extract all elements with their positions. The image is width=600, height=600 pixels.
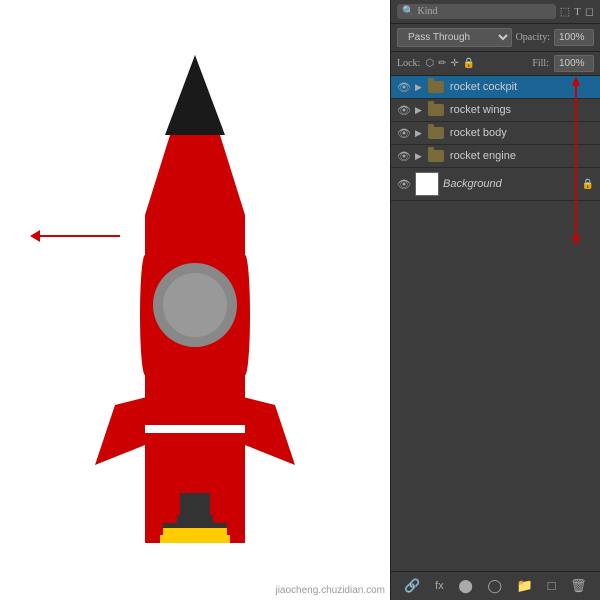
new-layer-icon[interactable]: □ bbox=[548, 578, 556, 594]
lock-pixels-icon[interactable]: ✏ bbox=[438, 58, 446, 69]
visibility-eye-icon[interactable]: 👁 bbox=[397, 126, 411, 140]
blend-opacity-row: Pass Through Opacity: bbox=[391, 24, 600, 52]
fx-icon[interactable]: fx bbox=[435, 580, 444, 592]
lock-fill-row: Lock: ⬡ ✏ ✛ 🔒 Fill: bbox=[391, 52, 600, 76]
layer-name-wings: rocket wings bbox=[450, 104, 594, 116]
arrow-head bbox=[30, 230, 40, 242]
search-icon: 🔍 bbox=[402, 6, 414, 17]
folder-icon bbox=[428, 104, 444, 116]
lock-label: Lock: bbox=[397, 58, 420, 69]
layer-rocket-wings[interactable]: 👁 ▶ rocket wings bbox=[391, 99, 600, 122]
layer-name-cockpit: rocket cockpit bbox=[450, 81, 594, 93]
layer-name-body: rocket body bbox=[450, 127, 594, 139]
lock-position-icon[interactable]: ✛ bbox=[450, 58, 458, 69]
lock-icons: ⬡ ✏ ✛ 🔒 bbox=[425, 58, 475, 69]
blend-mode-select[interactable]: Pass Through bbox=[397, 28, 512, 47]
layer-rocket-engine[interactable]: 👁 ▶ rocket engine bbox=[391, 145, 600, 168]
expand-arrow-icon[interactable]: ▶ bbox=[415, 105, 422, 116]
layer-background[interactable]: 👁 Background 🔒 bbox=[391, 168, 600, 201]
opacity-input[interactable] bbox=[554, 29, 594, 46]
add-mask-icon[interactable]: ◯ bbox=[488, 578, 503, 594]
folder-icon bbox=[428, 81, 444, 93]
layer-rocket-cockpit[interactable]: 👁 ▶ rocket cockpit bbox=[391, 76, 600, 99]
arrow-line bbox=[40, 235, 120, 237]
rocket-illustration-panel: jiaocheng.chuzidian.com bbox=[0, 0, 390, 600]
fill-input[interactable] bbox=[554, 55, 594, 72]
layers-top-bar: 🔍 Kind ⬚ T ◻ bbox=[391, 0, 600, 24]
layers-bottom-bar: 🔗 fx ⬤ ◯ 📁 □ 🗑 bbox=[391, 571, 600, 600]
rocket-svg bbox=[85, 35, 305, 575]
bg-thumbnail bbox=[415, 172, 439, 196]
opacity-label: Opacity: bbox=[516, 32, 550, 43]
fill-label: Fill: bbox=[532, 58, 549, 69]
layer-type-icon[interactable]: ⬚ bbox=[560, 5, 570, 18]
folder-icon bbox=[428, 127, 444, 139]
new-fill-adjustment-icon[interactable]: ⬤ bbox=[458, 578, 473, 594]
expand-arrow-icon[interactable]: ▶ bbox=[415, 82, 422, 93]
visibility-eye-icon[interactable]: 👁 bbox=[397, 177, 411, 191]
visibility-eye-icon[interactable]: 👁 bbox=[397, 80, 411, 94]
expand-arrow-icon[interactable]: ▶ bbox=[415, 151, 422, 162]
annotation-arrow bbox=[30, 230, 120, 242]
visibility-eye-icon[interactable]: 👁 bbox=[397, 149, 411, 163]
kind-label: Kind bbox=[417, 6, 437, 17]
layers-list: 👁 ▶ rocket cockpit 👁 ▶ rocket wings 👁 ▶ … bbox=[391, 76, 600, 571]
link-layers-icon[interactable]: 🔗 bbox=[404, 578, 420, 594]
text-icon[interactable]: T bbox=[574, 6, 581, 18]
watermark: jiaocheng.chuzidian.com bbox=[275, 585, 385, 596]
visibility-eye-icon[interactable]: 👁 bbox=[397, 103, 411, 117]
new-group-icon[interactable]: 📁 bbox=[517, 578, 533, 594]
layer-name-engine: rocket engine bbox=[450, 150, 594, 162]
layers-search[interactable]: 🔍 Kind bbox=[397, 4, 556, 19]
delete-layer-icon[interactable]: 🗑 bbox=[570, 578, 587, 594]
lock-transparent-icon[interactable]: ⬡ bbox=[425, 58, 434, 69]
lock-all-icon[interactable]: 🔒 bbox=[463, 58, 475, 69]
layer-lock-icon: 🔒 bbox=[582, 179, 594, 190]
layer-name-background: Background bbox=[443, 178, 578, 190]
layers-panel: 🔍 Kind ⬚ T ◻ Pass Through Opacity: Lock:… bbox=[390, 0, 600, 600]
shape-icon[interactable]: ◻ bbox=[585, 5, 594, 18]
folder-icon bbox=[428, 150, 444, 162]
layer-rocket-body[interactable]: 👁 ▶ rocket body bbox=[391, 122, 600, 145]
expand-arrow-icon[interactable]: ▶ bbox=[415, 128, 422, 139]
